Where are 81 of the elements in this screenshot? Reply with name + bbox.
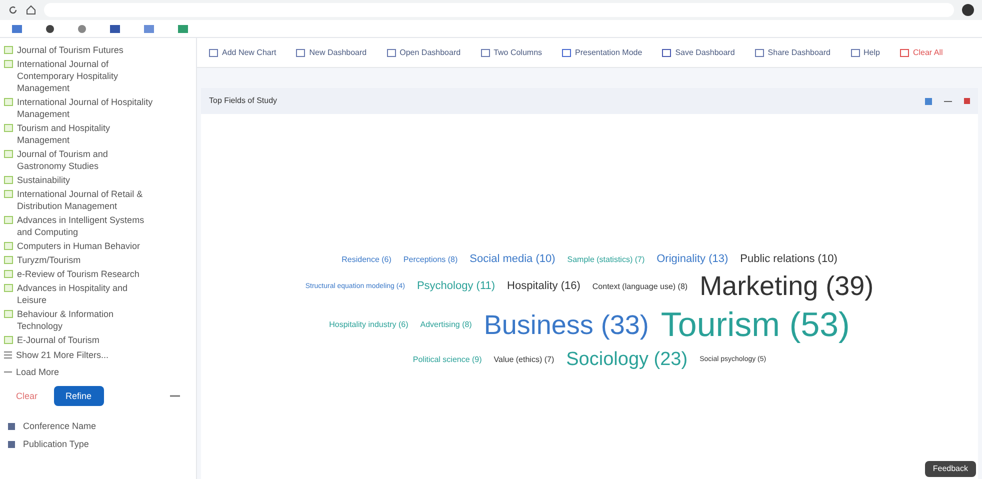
filter-option[interactable]: International Journal of Retail & Distribution Management [17, 188, 157, 212]
filter-option[interactable]: Behaviour & Information Technology [17, 308, 157, 332]
toolbar-icon [296, 48, 306, 56]
filter-option[interactable]: Journal of Tourism and Gastronomy Studies [17, 148, 157, 172]
toolbar-button[interactable]: Two Columns [480, 46, 542, 58]
cloud-word: Advertising (8) [420, 321, 472, 329]
toolbar-button[interactable]: Help [850, 46, 880, 58]
toolbar-icon [480, 48, 490, 56]
bookmark-icon[interactable] [110, 24, 120, 32]
cloud-word: Psychology (11) [416, 281, 496, 292]
checkbox[interactable] [4, 336, 13, 344]
cloud-word: Context (language use) (8) [592, 282, 688, 290]
filter-option[interactable]: Tourism and Hospitality Management [17, 122, 157, 146]
filter-option[interactable]: E-Journal of Tourism [17, 334, 157, 346]
cloud-word: Perceptions (8) [403, 256, 458, 264]
cloud-word: Marketing (39) [700, 273, 874, 300]
toolbar-button[interactable]: Add New Chart [209, 46, 276, 58]
toolbar-icon [900, 48, 909, 56]
refresh-icon[interactable] [8, 5, 18, 15]
toolbar-button[interactable]: Open Dashboard [386, 46, 461, 58]
cloud-word: Business (33) [484, 312, 649, 338]
feedback-button[interactable]: Feedback [924, 461, 976, 477]
checkbox[interactable] [4, 60, 13, 68]
cloud-word: Hospitality (16) [507, 281, 580, 292]
bookmark-icon[interactable] [46, 24, 54, 32]
cloud-word: Hospitality industry (6) [329, 321, 408, 329]
checkbox[interactable] [4, 216, 13, 224]
more-icon[interactable] [170, 394, 180, 398]
checkbox[interactable] [4, 176, 13, 184]
checkbox[interactable] [4, 190, 13, 198]
show-more-link[interactable]: Show 21 More Filters... [16, 349, 109, 361]
toolbar-icon [662, 48, 672, 56]
toolbar-button[interactable]: New Dashboard [296, 46, 367, 58]
filter-option[interactable]: Computers in Human Behavior [17, 240, 157, 252]
section-icon [8, 440, 15, 448]
cloud-word: Public relations (10) [740, 254, 838, 265]
checkbox[interactable] [4, 98, 13, 106]
list-icon [4, 351, 12, 359]
toolbar-icon [386, 48, 396, 56]
cloud-word: Sample (statistics) (7) [567, 256, 645, 264]
load-more-link[interactable]: Load More [16, 366, 60, 378]
filter-option[interactable]: International Journal of Contemporary Hospitality Management [17, 58, 157, 94]
cloud-word: Residence (6) [342, 256, 392, 264]
filter-option[interactable]: Journal of Tourism Futures [17, 44, 157, 56]
filter-option[interactable]: Turyzm/Tourism [17, 254, 157, 266]
filter-section-header[interactable]: Conference Name [23, 420, 96, 432]
checkbox[interactable] [4, 310, 13, 318]
bookmark-icon[interactable] [12, 24, 22, 32]
filter-option[interactable]: Advances in Hospitality and Leisure [17, 282, 157, 306]
checkbox[interactable] [4, 46, 13, 54]
cloud-word: Originality (13) [656, 254, 728, 265]
cloud-word: Tourism (53) [660, 308, 850, 342]
toolbar-button[interactable]: Presentation Mode [562, 46, 642, 58]
profile-avatar[interactable] [962, 4, 974, 16]
checkbox[interactable] [4, 284, 13, 292]
toolbar-button[interactable]: Clear All [900, 46, 943, 58]
toolbar-icon [754, 48, 764, 56]
filter-section-header[interactable]: Publication Type [23, 438, 89, 450]
toolbar-button[interactable]: Save Dashboard [662, 46, 735, 58]
checkbox[interactable] [4, 256, 13, 264]
checkbox[interactable] [4, 124, 13, 132]
cloud-word: Sociology (23) [566, 350, 688, 369]
cloud-word: Political science (9) [412, 356, 482, 364]
toolbar-icon [209, 48, 218, 56]
checkbox[interactable] [4, 242, 13, 250]
checkbox[interactable] [4, 270, 13, 278]
section-icon [8, 422, 15, 430]
filter-option[interactable]: e-Review of Tourism Research [17, 268, 157, 280]
filter-option[interactable]: International Journal of Hospitality Management [17, 96, 157, 120]
checkbox[interactable] [4, 150, 13, 158]
cloud-word: Social media (10) [470, 254, 556, 265]
toolbar-icon [562, 48, 572, 56]
filter-option[interactable]: Advances in Intelligent Systems and Computing [17, 214, 157, 238]
minimize-icon[interactable] [944, 100, 952, 102]
panel-title: Top Fields of Study [209, 95, 278, 107]
toolbar-icon [850, 48, 860, 56]
cloud-word: Value (ethics) (7) [494, 356, 554, 364]
refine-button[interactable]: Refine [54, 386, 104, 406]
toolbar-button[interactable]: Share Dashboard [754, 46, 830, 58]
filter-option[interactable]: Sustainability [17, 174, 157, 186]
home-icon[interactable] [26, 5, 36, 15]
